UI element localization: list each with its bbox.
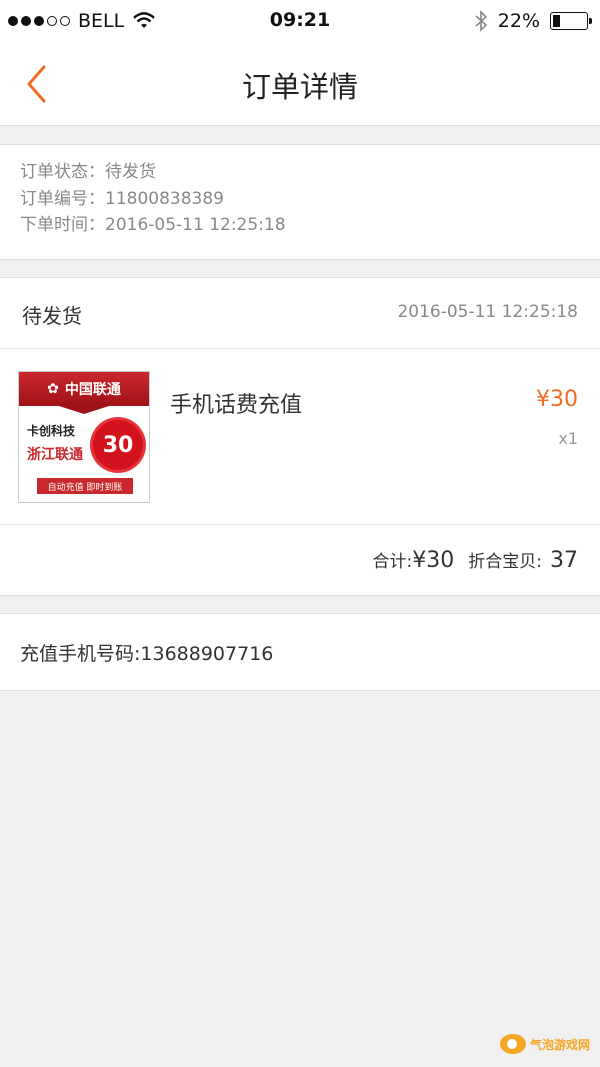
order-time-row: 下单时间：2016-05-11 12:25:18 (20, 215, 286, 235)
battery-level (553, 15, 560, 27)
bluetooth-icon (475, 10, 487, 32)
image-footer-text: 自动充值 即时到账 (37, 478, 133, 494)
watermark-logo-icon (500, 1034, 526, 1054)
battery-percent: 22% (497, 10, 540, 32)
watermark: 气泡游戏网 (500, 1031, 590, 1057)
order-summary: 合计: ¥30 折合宝贝: 37 (0, 525, 600, 595)
total-value: ¥30 (412, 548, 455, 573)
image-banner-text: 中国联通 (64, 382, 121, 398)
points-value: 37 (550, 548, 578, 573)
battery-icon (550, 12, 592, 30)
order-total: 合计: ¥30 折合宝贝: 37 (373, 547, 578, 573)
watermark-text: 气泡游戏网 (530, 1037, 591, 1052)
order-status-row: 订单状态：待发货 (20, 162, 156, 182)
product-image: ✿ 中国联通 卡创科技 浙江联通 30 自动充值 即时到账 (18, 371, 150, 503)
order-card: 待发货 2016-05-11 12:25:18 ✿ 中国联通 卡创科技 浙江联通… (0, 277, 600, 596)
product-item[interactable]: ✿ 中国联通 卡创科技 浙江联通 30 自动充值 即时到账 手机话费充值 ¥30… (0, 349, 600, 525)
image-province-text: 浙江联通 (27, 447, 83, 463)
nav-bar: 订单详情 (0, 42, 600, 126)
order-number-row: 订单编号：11800838389 (20, 188, 224, 209)
image-brand-text: 卡创科技 (27, 424, 76, 438)
total-label: 合计: (372, 552, 413, 572)
status-bar: BELL 09:21 22% (0, 0, 600, 42)
order-info-card: 订单状态：待发货 订单编号：11800838389 下单时间：2016-05-1… (0, 144, 600, 260)
unicom-logo-icon: ✿ (47, 381, 59, 397)
status-right: 22% (474, 9, 592, 33)
image-value-badge: 30 (93, 420, 143, 470)
product-image-banner: ✿ 中国联通 (19, 372, 149, 414)
order-status: 待发货 (22, 304, 82, 328)
recharge-phone-card: 充值手机号码:13688907716 (0, 613, 600, 691)
order-time: 2016-05-11 12:25:18 (397, 302, 578, 322)
page-title: 订单详情 (241, 70, 358, 104)
order-header: 待发货 2016-05-11 12:25:18 (0, 278, 600, 349)
product-name: 手机话费充值 (170, 393, 303, 418)
product-quantity: x1 (558, 429, 578, 448)
points-label: 折合宝贝: (468, 552, 542, 572)
recharge-phone: 充值手机号码:13688907716 (20, 642, 274, 665)
product-price: ¥30 (536, 387, 578, 412)
